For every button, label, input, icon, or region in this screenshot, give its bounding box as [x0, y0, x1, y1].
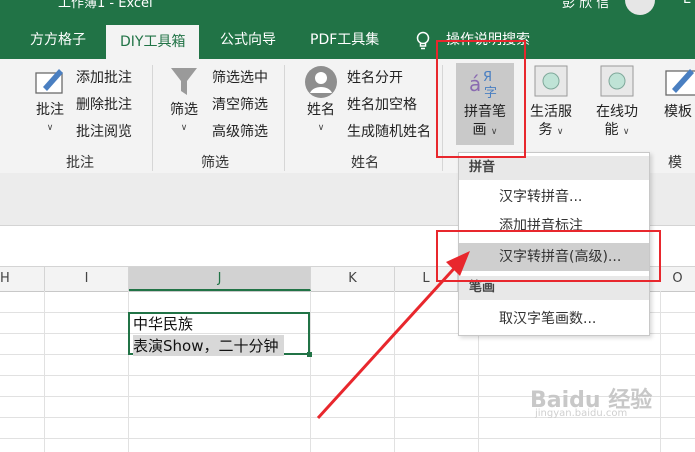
- baidu-watermark-url: jingyan.baidu.com: [535, 408, 628, 419]
